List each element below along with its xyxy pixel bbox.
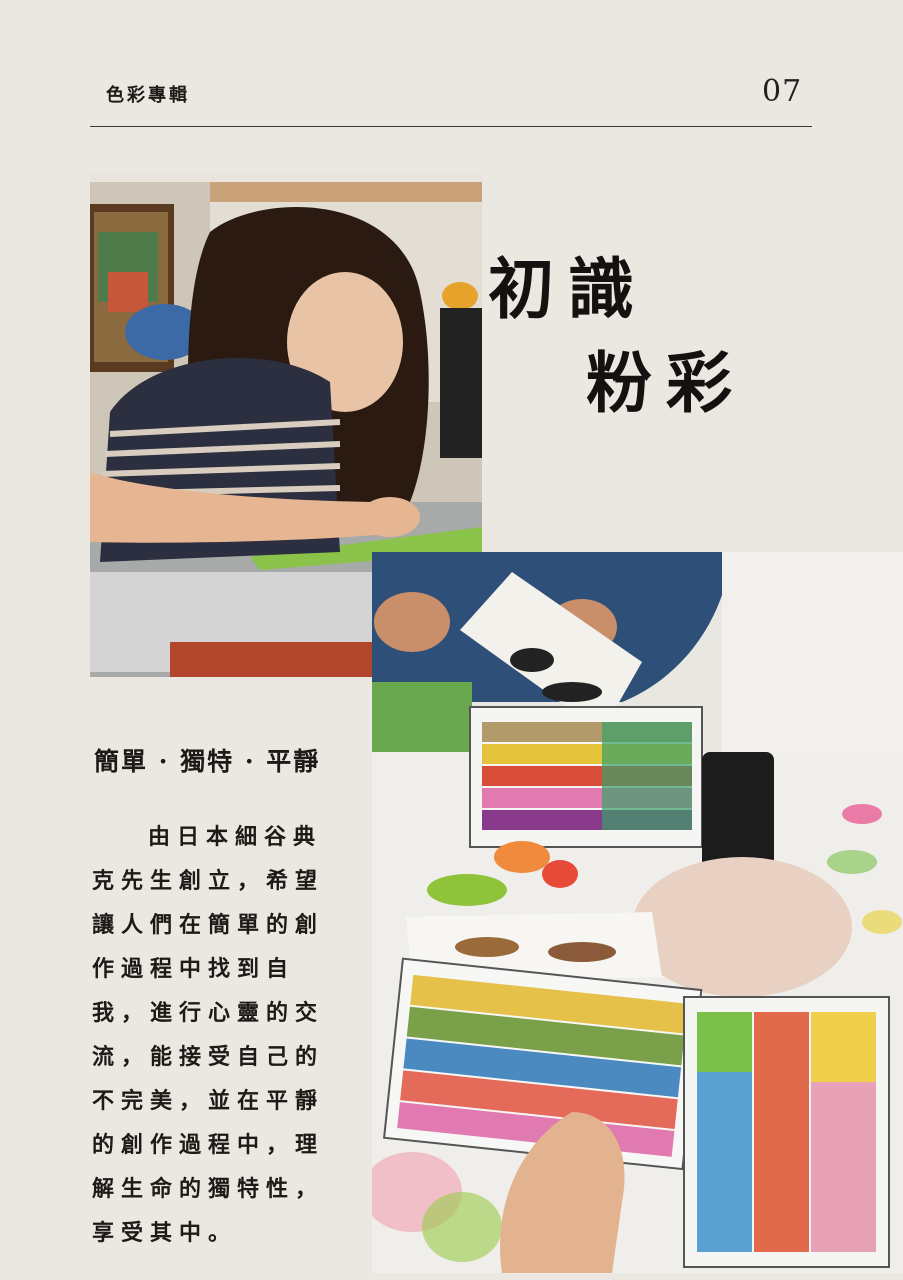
body-line: 享受其中。 bbox=[92, 1220, 238, 1246]
body-line: 克先生創立，希望 bbox=[92, 868, 325, 894]
body-line: 讓人們在簡單的創 bbox=[92, 912, 325, 938]
page-number: 07 bbox=[762, 74, 803, 109]
body-line: 我，進行心靈的交 bbox=[92, 1000, 325, 1026]
body-line: 的創作過程中，理 bbox=[92, 1132, 325, 1158]
body-line: 作過程中找到自 bbox=[92, 956, 296, 982]
title-line-1: 初識 bbox=[488, 250, 648, 328]
photo-pastel-materials bbox=[372, 552, 903, 1273]
body-paragraph: 由日本細谷典 克先生創立，希望 讓人們在簡單的創 作過程中找到自 我，進行心靈的… bbox=[92, 815, 352, 1255]
body-line: 由日本細谷典 bbox=[148, 824, 323, 850]
header-divider bbox=[90, 126, 812, 127]
subheading: 簡單 · 獨特 · 平靜 bbox=[94, 747, 321, 776]
section-label: 色彩專輯 bbox=[106, 85, 190, 106]
body-line: 解生命的獨特性， bbox=[92, 1176, 325, 1202]
body-line: 不完美，並在平靜 bbox=[92, 1088, 325, 1114]
title-line-2: 粉彩 bbox=[586, 344, 746, 422]
body-line: 流，能接受自己的 bbox=[92, 1044, 325, 1070]
